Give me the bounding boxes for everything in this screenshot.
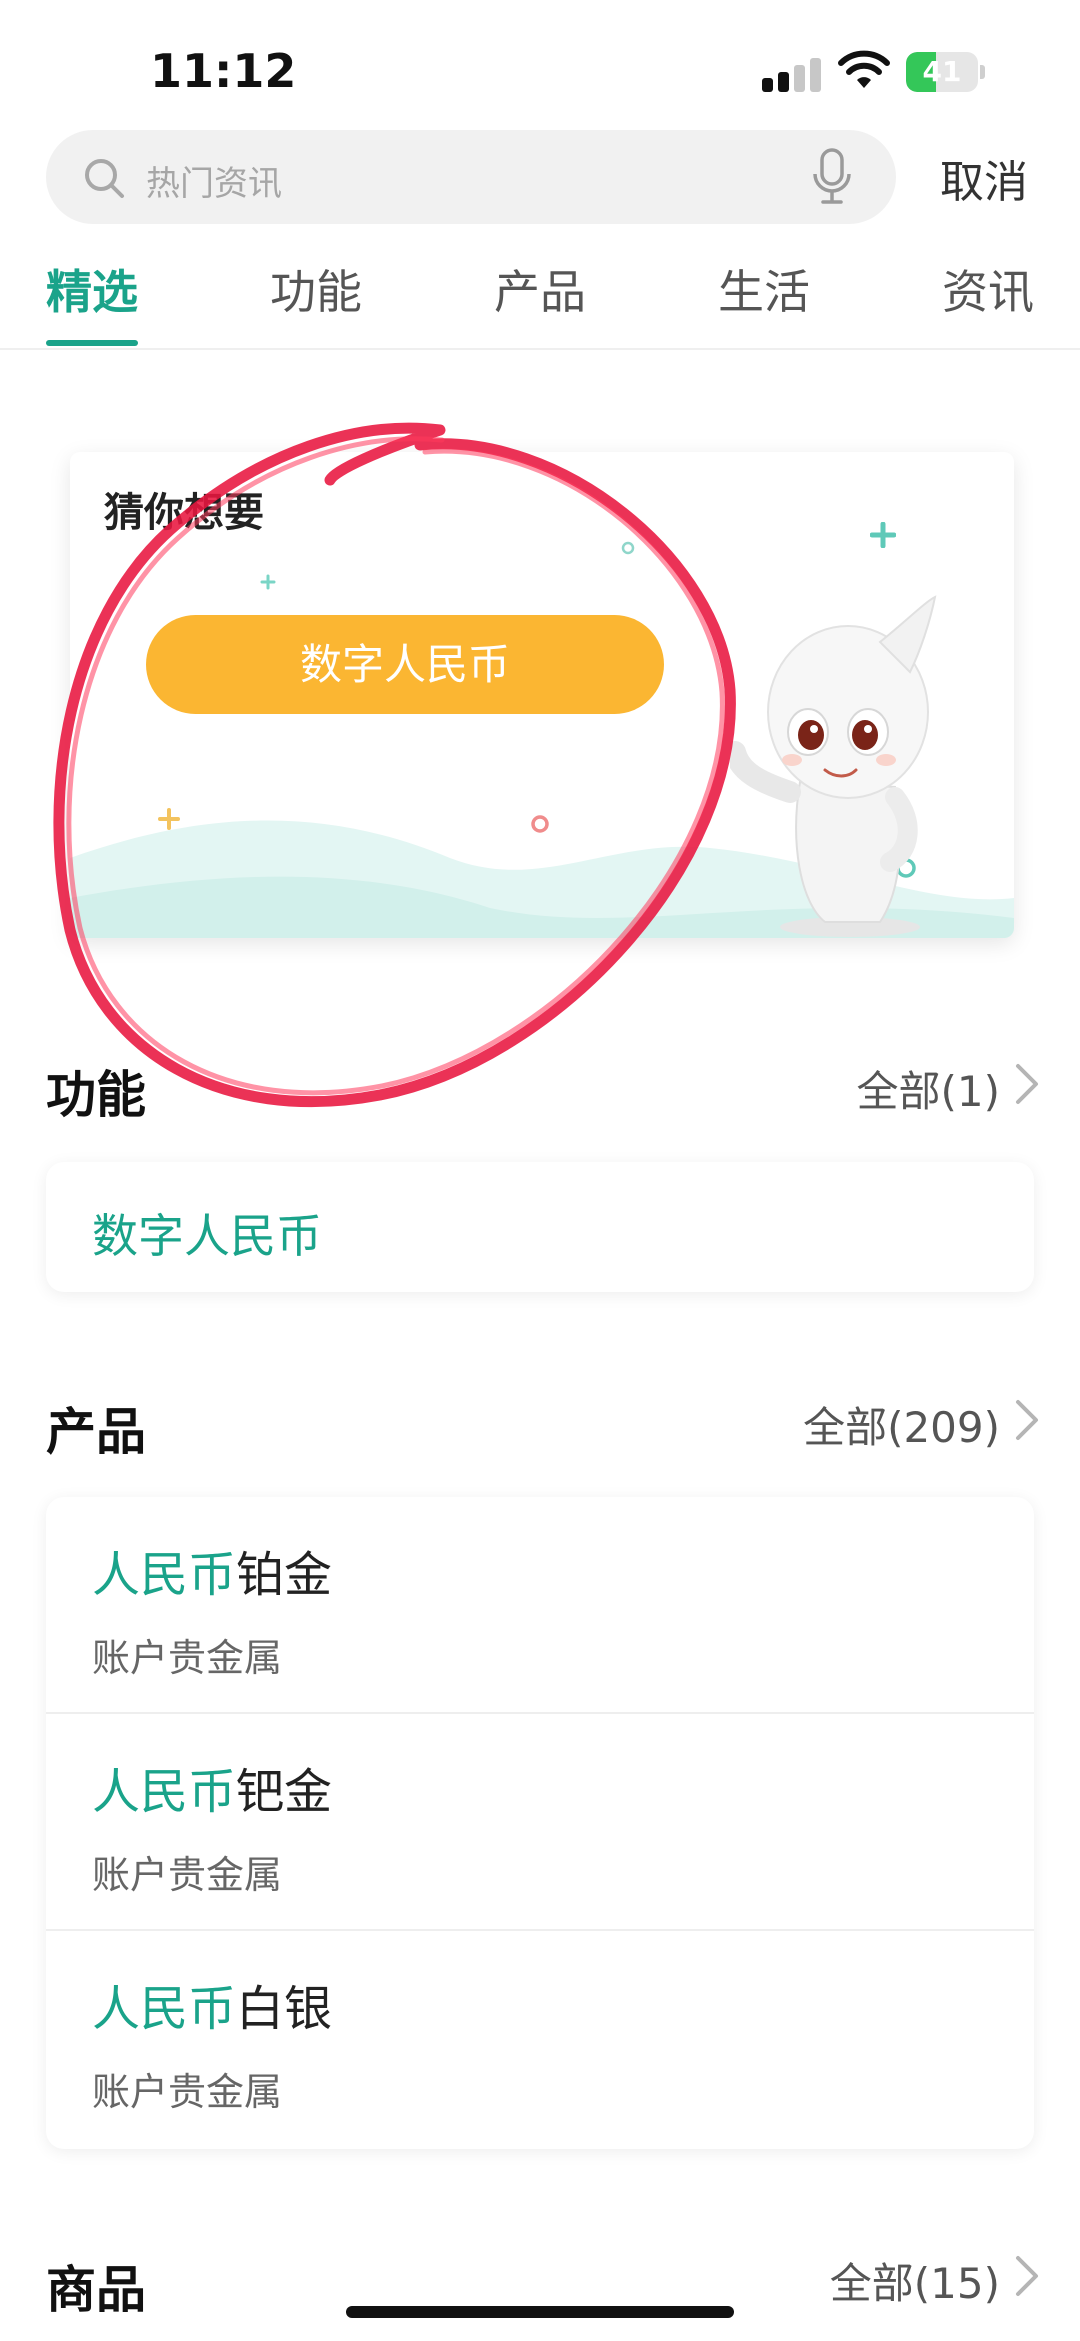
status-bar: 11:12 41: [0, 0, 1080, 130]
chevron-right-icon[interactable]: [1014, 1398, 1040, 1442]
product-name-highlight: 人民币: [92, 1764, 237, 1820]
product-name-rest: 白银: [236, 1981, 333, 2037]
function-list: 数字人民币: [46, 1162, 1034, 1292]
product-see-all-link[interactable]: 全部(209): [803, 1394, 1000, 1455]
product-name-rest: 铂金: [236, 1547, 333, 1603]
cellular-signal-icon: [762, 56, 824, 92]
home-indicator: [346, 2306, 734, 2318]
circle-decoration-icon: [621, 541, 635, 555]
battery-percent: 41: [922, 55, 962, 88]
mascot-illustration: [730, 595, 937, 937]
search-placeholder: 热门资讯: [146, 164, 282, 204]
function-see-all-link[interactable]: 全部(1): [857, 1058, 1001, 1119]
product-category: 账户贵金属: [92, 1636, 283, 1680]
chevron-right-icon[interactable]: [1014, 2254, 1040, 2298]
product-name-highlight: 人民币: [92, 1547, 237, 1603]
plus-decoration-icon: [158, 808, 180, 830]
category-tabs: 精选 功能 产品 生活 资讯: [0, 240, 1080, 350]
plus-decoration-icon: [870, 522, 896, 548]
tab-life[interactable]: 生活: [718, 256, 810, 322]
function-item-digital-rmb[interactable]: 数字人民币: [92, 1200, 322, 1266]
product-category: 账户贵金属: [92, 2070, 283, 2114]
product-list: 人民币铂金 账户贵金属 人民币钯金 账户贵金属 人民币白银 账户贵金属: [46, 1497, 1034, 2149]
product-list-item[interactable]: 人民币白银 账户贵金属: [46, 1931, 1034, 2148]
product-section-title: 产品: [46, 1403, 146, 1461]
goods-section-title: 商品: [46, 2261, 146, 2319]
goods-see-all-link[interactable]: 全部(15): [830, 2250, 1000, 2311]
search-input[interactable]: 热门资讯: [46, 130, 896, 224]
tab-featured[interactable]: 精选: [46, 256, 138, 322]
tab-news[interactable]: 资讯: [942, 256, 1034, 322]
guess-title: 猜你想要: [104, 490, 264, 536]
microphone-icon[interactable]: [812, 148, 852, 206]
wifi-icon: [838, 50, 890, 88]
search-icon: [85, 159, 124, 198]
tab-functions[interactable]: 功能: [270, 256, 362, 322]
suggestion-chip[interactable]: 数字人民币: [146, 615, 664, 714]
circle-decoration-icon: [531, 815, 549, 833]
product-name: 人民币铂金: [92, 1535, 332, 1605]
battery-icon: 41: [906, 52, 985, 92]
tab-products[interactable]: 产品: [494, 256, 586, 322]
function-section-title: 功能: [46, 1066, 146, 1124]
plus-decoration-icon: [260, 574, 276, 590]
cancel-button[interactable]: 取消: [940, 146, 1028, 210]
guess-you-want-card: 猜你想要 数字人民币: [70, 452, 1014, 938]
product-name-rest: 钯金: [236, 1764, 333, 1820]
product-name: 人民币钯金: [92, 1752, 332, 1822]
chevron-right-icon[interactable]: [1014, 1062, 1040, 1106]
active-tab-indicator: [46, 340, 138, 346]
product-list-item[interactable]: 人民币铂金 账户贵金属: [46, 1497, 1034, 1714]
product-name-highlight: 人民币: [92, 1981, 237, 2037]
product-list-item[interactable]: 人民币钯金 账户贵金属: [46, 1714, 1034, 1931]
product-name: 人民币白银: [92, 1969, 332, 2039]
status-time: 11:12: [150, 44, 297, 98]
product-category: 账户贵金属: [92, 1853, 283, 1897]
